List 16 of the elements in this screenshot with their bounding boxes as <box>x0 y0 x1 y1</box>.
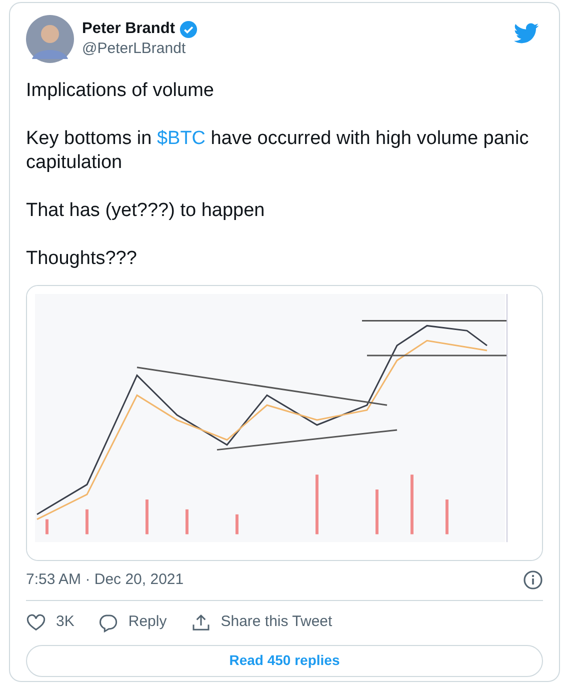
author-handle[interactable]: @PeterLBrandt <box>82 39 514 59</box>
info-icon[interactable] <box>523 570 543 590</box>
tweet-text: That has (yet???) to happen <box>26 199 266 223</box>
timestamp[interactable]: 7:53 AM · Dec 20, 2021 <box>26 569 184 592</box>
author-name[interactable]: Peter Brandt <box>82 19 176 39</box>
twitter-logo-icon[interactable] <box>514 23 539 44</box>
avatar[interactable] <box>26 15 74 63</box>
tweet-text: Key bottoms in $BTC have occurred with high volume panic capitulation <box>26 127 530 175</box>
speech-bubble-icon <box>98 612 118 632</box>
tweet-text: Implications of volume <box>26 79 215 103</box>
tweet-text: Thoughts??? <box>26 247 138 271</box>
share-icon <box>190 612 211 632</box>
reply-button[interactable]: Reply <box>98 608 167 636</box>
heart-icon <box>26 612 46 632</box>
share-button[interactable]: Share this Tweet <box>190 608 332 636</box>
like-button[interactable]: 3K <box>26 608 74 636</box>
